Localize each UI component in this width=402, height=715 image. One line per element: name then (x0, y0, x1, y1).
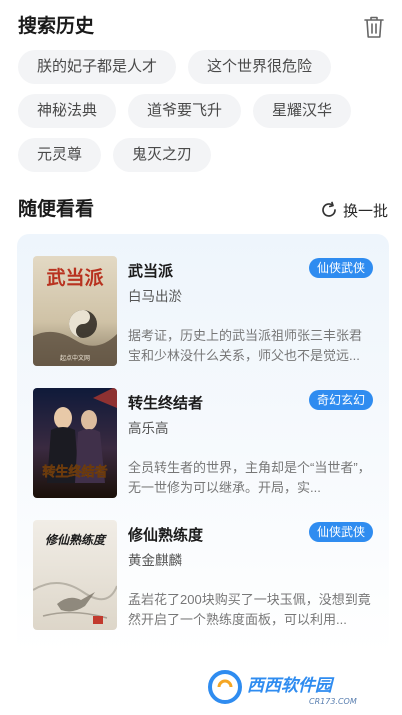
genre-badge: 仙侠武侠 (308, 522, 373, 542)
cover-publisher: 起点中文网 (60, 354, 90, 362)
cover-title: 转生终结者 (42, 464, 107, 480)
book-description: 全员转生者的世界，主角却是个“当世者”，无一世修为可以继承。开局，实... (128, 460, 371, 495)
book-author: 高乐高 (128, 421, 169, 436)
history-tag-list: 朕的妃子都是人才 这个世界很危险 神秘法典 道爷要飞升 星耀汉华 元灵尊 鬼灭之… (18, 50, 390, 182)
history-tag[interactable]: 这个世界很危险 (188, 50, 332, 84)
random-picks-header: 随便看看 换一批 (18, 195, 390, 225)
book-cover: 武当派 起点中文网 (33, 256, 117, 366)
history-tag[interactable]: 星耀汉华 (253, 94, 352, 128)
cover-title: 修仙熟练度 (45, 533, 107, 547)
watermark-logo-text: 西西软件园 (247, 676, 335, 696)
book-card[interactable]: 武当派 起点中文网 武当派 白马出淤 仙侠武侠 据考证，历史上的武当派祖师张三丰… (33, 256, 373, 368)
book-description: 孟岩花了200块购买了一块玉佩，没想到竟然开启了一个熟练度面板，可以利用... (128, 592, 371, 627)
history-tag[interactable]: 道爷要飞升 (128, 94, 242, 128)
watermark-url: CR173.COM (309, 697, 357, 706)
book-recommendation-panel: 武当派 起点中文网 武当派 白马出淤 仙侠武侠 据考证，历史上的武当派祖师张三丰… (17, 234, 389, 654)
trash-icon (364, 16, 384, 38)
cover-title: 武当派 (46, 266, 104, 289)
book-author: 白马出淤 (128, 289, 182, 304)
history-tag[interactable]: 鬼灭之刃 (113, 138, 212, 172)
book-description: 据考证，历史上的武当派祖师张三丰张君宝和少林没什么关系，师父也不是觉远... (128, 328, 363, 363)
genre-badge: 仙侠武侠 (308, 258, 373, 278)
refresh-label: 换一批 (342, 202, 388, 220)
refresh-batch-button[interactable]: 换一批 (320, 195, 388, 225)
history-tag[interactable]: 元灵尊 (18, 138, 102, 172)
search-history-header: 搜索历史 (18, 12, 390, 42)
refresh-icon (322, 201, 336, 217)
history-tag[interactable]: 朕的妃子都是人才 (18, 50, 177, 84)
book-title: 修仙熟练度 (128, 527, 204, 544)
book-title: 转生终结者 (128, 395, 204, 412)
book-cover: 修仙熟练度 (33, 520, 117, 630)
book-cover: 转生终结者 (33, 388, 117, 498)
clear-history-button[interactable] (360, 13, 388, 41)
genre-badge: 奇幻玄幻 (308, 390, 373, 410)
book-author: 黄金麒麟 (128, 553, 182, 568)
search-history-title: 搜索历史 (18, 16, 95, 37)
book-card[interactable]: 转生终结者 转生终结者 高乐高 奇幻玄幻 全员转生者的世界，主角却是个“当世者”… (33, 388, 373, 500)
book-card[interactable]: 修仙熟练度 修仙熟练度 黄金麒麟 仙侠武侠 孟岩花了200块购买了一块玉佩，没想… (33, 520, 373, 632)
history-tag[interactable]: 神秘法典 (18, 94, 117, 128)
book-title: 武当派 (128, 263, 174, 280)
watermark: 西西软件园 CR173.COM (203, 666, 383, 708)
